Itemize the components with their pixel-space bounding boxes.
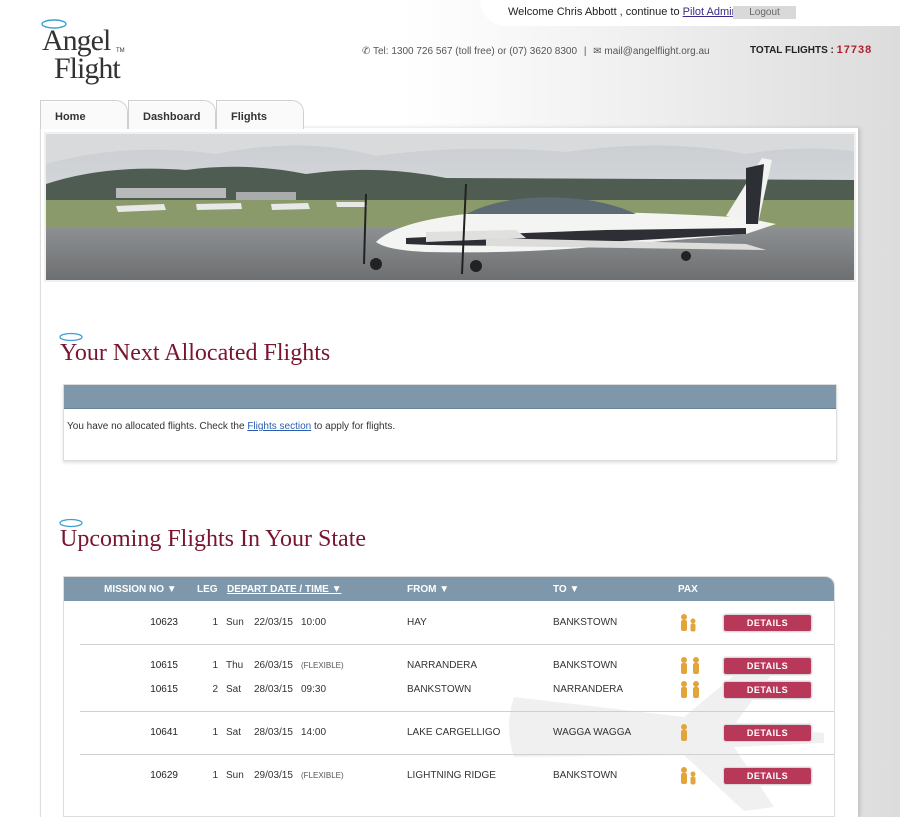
- message-suffix: to apply for flights.: [314, 421, 396, 432]
- pax-icons: [678, 723, 692, 746]
- details-button[interactable]: DETAILS: [723, 614, 812, 632]
- total-flights-count: 17738: [836, 44, 873, 56]
- depart-day: Sun: [226, 617, 244, 628]
- depart-date: 28/03/15: [254, 727, 293, 738]
- row-divider: [80, 644, 834, 645]
- column-to[interactable]: TO ▼: [553, 584, 579, 595]
- mission-number: 10629: [150, 770, 178, 781]
- contact-email[interactable]: mail@angelflight.org.au: [604, 46, 709, 57]
- from-location: HAY: [407, 617, 427, 628]
- upcoming-flights-table: MISSION NO ▼ LEG DEPART DATE / TIME ▼ FR…: [63, 576, 835, 817]
- row-divider: [80, 711, 834, 712]
- total-flights: TOTAL FLIGHTS : 17738: [750, 44, 872, 56]
- leg-number: 1: [212, 770, 218, 781]
- column-mission-no[interactable]: MISSION NO ▼: [104, 584, 177, 595]
- depart-date: 29/03/15: [254, 770, 293, 781]
- depart-time-flexible: (FLEXIBLE): [301, 771, 344, 780]
- depart-day: Sat: [226, 727, 242, 738]
- passenger-icon: [681, 657, 699, 674]
- details-button[interactable]: DETAILS: [723, 657, 812, 675]
- pax-icons: [678, 613, 702, 636]
- pilot-admin-link[interactable]: Pilot Admin: [683, 6, 738, 18]
- depart-day: Thu: [226, 660, 244, 671]
- leg-number: 2: [212, 684, 218, 695]
- depart-time: 09:30: [301, 684, 327, 695]
- column-depart-date-time[interactable]: DEPART DATE / TIME ▼: [227, 584, 342, 595]
- logout-button[interactable]: Logout: [733, 6, 796, 19]
- logo-line2: Flight: [54, 52, 121, 85]
- table-row: 10615 2 Sat 28/03/15 09:30 BANKSTOWN NAR…: [64, 680, 834, 703]
- details-button[interactable]: DETAILS: [723, 724, 812, 742]
- hero-aircraft-image: [44, 132, 856, 282]
- depart-time: 14:00: [301, 727, 327, 738]
- depart-day: Sun: [226, 770, 244, 781]
- column-leg: LEG: [197, 584, 218, 595]
- contact-separator: |: [583, 46, 587, 57]
- phone-icon: ✆: [362, 46, 371, 57]
- mission-number: 10615: [150, 684, 178, 695]
- message-prefix: You have no allocated flights. Check the: [67, 421, 245, 432]
- pax-icons: [678, 680, 704, 703]
- to-location: BANKSTOWN: [553, 770, 618, 781]
- welcome-text: Welcome Chris Abbott , continue to: [508, 6, 680, 18]
- from-location: LIGHTNING RIDGE: [407, 770, 496, 781]
- allocated-flights-header-bar: [64, 385, 836, 409]
- allocated-flights-title: Your Next Allocated Flights: [60, 340, 331, 366]
- mail-icon: ✉: [593, 46, 602, 57]
- from-location: NARRANDERA: [407, 660, 478, 671]
- no-allocated-flights-message: You have no allocated flights. Check the…: [64, 409, 836, 432]
- to-location: WAGGA WAGGA: [553, 727, 632, 738]
- tab-dashboard[interactable]: Dashboard: [128, 100, 216, 129]
- depart-date: 22/03/15: [254, 617, 293, 628]
- flights-section-link[interactable]: Flights section: [247, 421, 311, 432]
- to-location: BANKSTOWN: [553, 660, 618, 671]
- passenger-icon: [681, 614, 696, 632]
- tab-flights[interactable]: Flights: [216, 100, 304, 129]
- leg-number: 1: [212, 660, 218, 671]
- leg-number: 1: [212, 727, 218, 738]
- table-header: MISSION NO ▼ LEG DEPART DATE / TIME ▼ FR…: [64, 577, 834, 601]
- table-row: 10629 1 Sun 29/03/15 (FLEXIBLE) LIGHTNIN…: [64, 766, 834, 789]
- tab-home[interactable]: Home: [40, 100, 128, 129]
- row-divider: [80, 754, 834, 755]
- leg-number: 1: [212, 617, 218, 628]
- column-from[interactable]: FROM ▼: [407, 584, 449, 595]
- table-row: 10641 1 Sat 28/03/15 14:00 LAKE CARGELLI…: [64, 723, 834, 746]
- passenger-icon: [681, 681, 699, 698]
- contact-info: ✆ Tel: 1300 726 567 (toll free) or (07) …: [362, 46, 710, 57]
- depart-date: 28/03/15: [254, 684, 293, 695]
- upcoming-flights-title: Upcoming Flights In Your State: [60, 526, 367, 552]
- table-row: 10623 1 Sun 22/03/15 10:00 HAY BANKSTOWN…: [64, 613, 834, 636]
- angel-flight-logo[interactable]: Angel TM Flight: [40, 18, 130, 88]
- from-location: LAKE CARGELLIGO: [407, 727, 501, 738]
- depart-day: Sat: [226, 684, 242, 695]
- depart-time-flexible: (FLEXIBLE): [301, 661, 344, 670]
- depart-time: 10:00: [301, 617, 327, 628]
- total-flights-label: TOTAL FLIGHTS :: [750, 45, 834, 56]
- column-pax: PAX: [678, 584, 698, 595]
- mission-number: 10623: [150, 617, 178, 628]
- allocated-flights-box: You have no allocated flights. Check the…: [63, 384, 837, 461]
- pax-icons: [678, 656, 704, 679]
- table-row: 10615 1 Thu 26/03/15 (FLEXIBLE) NARRANDE…: [64, 656, 834, 679]
- mission-number: 10615: [150, 660, 178, 671]
- welcome-message: Welcome Chris Abbott , continue to Pilot…: [508, 6, 751, 18]
- from-location: BANKSTOWN: [407, 684, 472, 695]
- details-button[interactable]: DETAILS: [723, 767, 812, 785]
- depart-date: 26/03/15: [254, 660, 293, 671]
- passenger-icon: [681, 767, 696, 785]
- pax-icons: [678, 766, 702, 789]
- mission-number: 10641: [150, 727, 178, 738]
- to-location: NARRANDERA: [553, 684, 624, 695]
- passenger-icon: [681, 724, 687, 741]
- to-location: BANKSTOWN: [553, 617, 618, 628]
- contact-phone: Tel: 1300 726 567 (toll free) or (07) 36…: [373, 46, 578, 57]
- details-button[interactable]: DETAILS: [723, 681, 812, 699]
